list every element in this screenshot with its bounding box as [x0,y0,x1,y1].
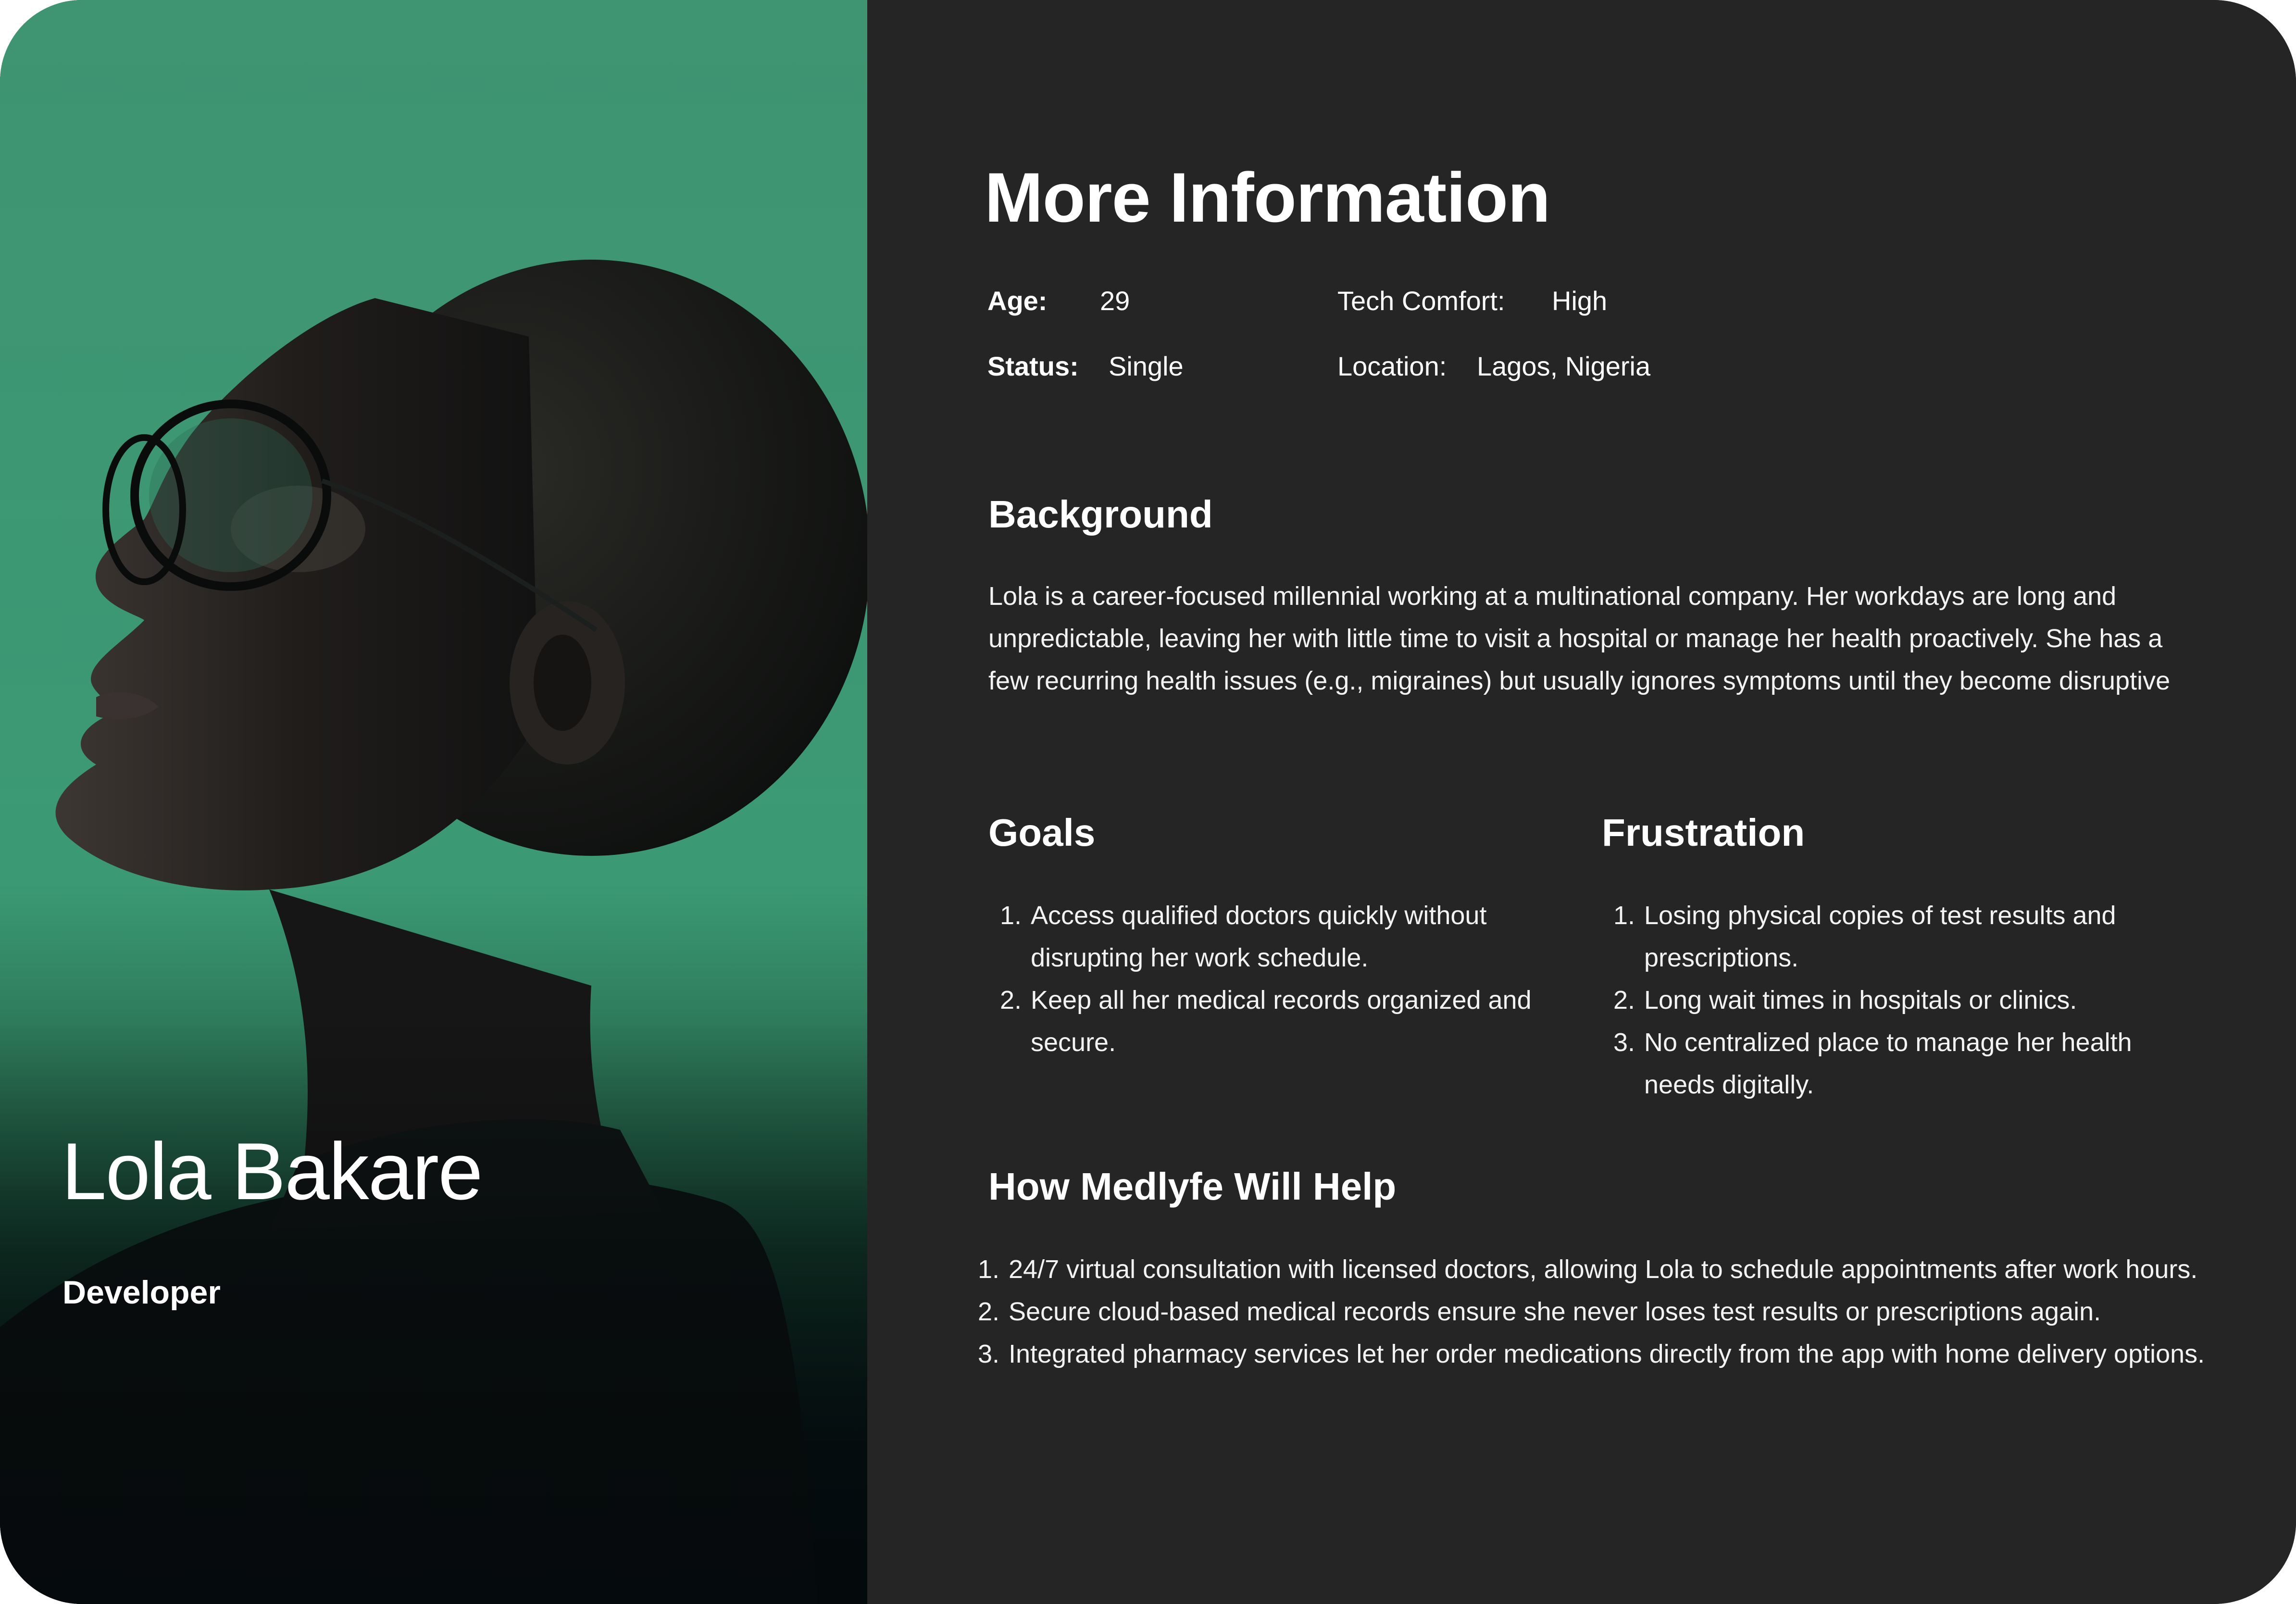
frustration-item: Losing physical copies of test results a… [1642,894,2195,979]
frustration-item: Long wait times in hospitals or clinics. [1642,979,2195,1021]
tech-comfort-value: High [1552,286,1608,316]
persona-role: Developer [62,1274,221,1311]
portrait-image [0,0,867,1604]
frustration-list: Losing physical copies of test results a… [1603,894,2195,1106]
help-item: 24/7 virtual consultation with licensed … [1007,1248,2209,1291]
goals-item: Keep all her medical records organized a… [1029,979,1538,1064]
age-value: 29 [1100,286,1130,316]
location-label: Location: [1337,351,1447,381]
goals-heading: Goals [988,811,1096,854]
goals-item: Access qualified doctors quickly without… [1029,894,1538,979]
portrait-panel: Lola Bakare Developer [0,0,867,1604]
tech-comfort-label: Tech Comfort: [1337,286,1505,316]
persona-card: Lola Bakare Developer More Information A… [0,0,2296,1604]
frustration-heading: Frustration [1602,811,1805,854]
status-label: Status: [987,351,1079,381]
location-value: Lagos, Nigeria [1477,351,1651,381]
help-item: Secure cloud-based medical records ensur… [1007,1291,2209,1333]
help-item: Integrated pharmacy services let her ord… [1007,1333,2209,1375]
persona-name: Lola Bakare [62,1126,483,1216]
status-value: Single [1109,351,1184,381]
age-label: Age: [987,286,1048,316]
info-panel: More Information Age: 29 Tech Comfort: H… [867,0,2296,1604]
background-heading: Background [988,493,1213,536]
goals-list: Access qualified doctors quickly without… [989,894,1538,1064]
help-list: 24/7 virtual consultation with licensed … [978,1248,2209,1375]
background-text: Lola is a career-focused millennial work… [988,582,2171,695]
frustration-item: No centralized place to manage her healt… [1642,1021,2195,1106]
help-heading: How Medlyfe Will Help [988,1165,1397,1208]
page-title: More Information [985,158,1550,237]
